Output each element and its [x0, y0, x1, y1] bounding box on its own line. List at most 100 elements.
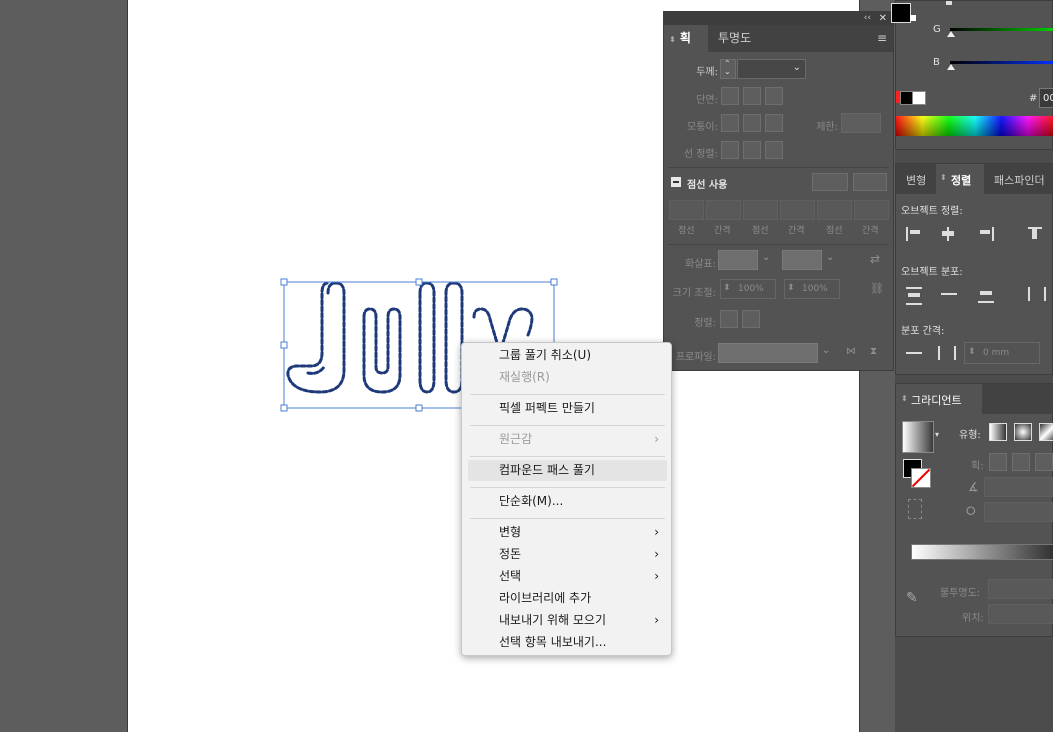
swap-arrows-icon[interactable]: ⇄	[870, 252, 880, 266]
chevron-down-icon[interactable]: ⌄	[822, 345, 830, 356]
menu-item-add-to-library[interactable]: 라이브러리에 추가	[462, 588, 671, 609]
linear-gradient-button[interactable]	[989, 423, 1007, 441]
weight-input[interactable]: ⌄	[737, 59, 806, 79]
dashed-checkbox[interactable]	[671, 177, 681, 187]
chevron-down-icon[interactable]: ▾	[935, 430, 939, 439]
chevron-down-icon[interactable]: ⌄	[826, 252, 834, 263]
panel-titlebar[interactable]: ‹‹ ✕	[664, 12, 893, 25]
menu-item-simplify[interactable]: 단순화(M)...	[462, 491, 671, 512]
align-dash-button[interactable]	[853, 173, 887, 191]
gap-input-3[interactable]	[854, 200, 889, 220]
align-top-icon[interactable]	[1028, 227, 1042, 243]
menu-item-redo[interactable]: 재실행(R)	[462, 367, 671, 388]
location-select[interactable]	[988, 604, 1053, 624]
gap-input-1[interactable]	[706, 200, 741, 220]
tab-align[interactable]: ⬍ 정렬	[936, 164, 984, 194]
color-spectrum[interactable]	[896, 116, 1053, 136]
fill-swatch[interactable]	[891, 3, 911, 23]
chevron-down-icon[interactable]: ⌄	[762, 252, 770, 263]
distribute-left-icon[interactable]	[1028, 287, 1046, 301]
gradient-slider[interactable]	[911, 544, 1053, 560]
tab-transparency[interactable]: 투명도	[718, 25, 768, 52]
align-outside-button[interactable]	[765, 141, 783, 159]
align-hcenter-icon[interactable]	[941, 227, 955, 241]
eyedropper-icon[interactable]: ✎	[906, 590, 918, 606]
chevron-down-icon[interactable]: ⌄	[793, 62, 801, 73]
panel-menu-icon[interactable]: ≡	[877, 31, 887, 45]
start-scale-input[interactable]: ⬍ 100%	[720, 279, 776, 299]
stroke-along-button[interactable]	[1012, 453, 1030, 471]
gap-input-2[interactable]	[780, 200, 815, 220]
menu-item-transform[interactable]: 변형 ›	[462, 522, 671, 543]
menu-item-select[interactable]: 선택 ›	[462, 566, 671, 587]
menu-item-export-selection[interactable]: 선택 항목 내보내기...	[462, 632, 671, 653]
edit-gradient-icon[interactable]	[908, 499, 922, 519]
align-inside-button[interactable]	[743, 141, 761, 159]
spacing-input[interactable]: ⬍ 0 mm	[964, 342, 1040, 364]
b-slider[interactable]	[950, 61, 1053, 64]
dash-input-1[interactable]	[669, 200, 704, 220]
tab-stroke[interactable]: ⬍ 획	[664, 25, 708, 52]
limit-input[interactable]	[841, 113, 881, 133]
arrow-place-button[interactable]	[742, 310, 760, 328]
stepper-down-icon[interactable]: ⌄	[724, 67, 731, 76]
align-right-icon[interactable]	[978, 227, 994, 241]
miter-join-button[interactable]	[721, 114, 739, 132]
scale-label: 크기 조절:	[672, 288, 716, 299]
menu-item-collect-for-export[interactable]: 내보내기 위해 모으기 ›	[462, 610, 671, 631]
r-slider-thumb[interactable]	[946, 1, 952, 5]
close-icon[interactable]: ✕	[879, 12, 887, 25]
aspect-ratio-select[interactable]	[984, 502, 1053, 522]
dash-input-3[interactable]	[817, 200, 852, 220]
stroke-within-button[interactable]	[989, 453, 1007, 471]
hex-input[interactable]: 00	[1039, 88, 1053, 108]
menu-item-ungroup-undo[interactable]: 그룹 풀기 취소(U)	[462, 345, 671, 366]
vertical-spacing-icon[interactable]	[906, 346, 922, 360]
stepper-icon[interactable]: ⬍	[968, 347, 976, 357]
end-scale-input[interactable]: ⬍ 100%	[784, 279, 840, 299]
stroke-across-button[interactable]	[1035, 453, 1053, 471]
align-left-icon[interactable]	[906, 227, 922, 241]
menu-item-release-compound-path[interactable]: 컴파운드 패스 풀기	[468, 460, 667, 481]
tab-transform[interactable]: 변형	[906, 172, 926, 188]
gradient-stroke-swatch[interactable]	[911, 468, 931, 488]
flip-horizontal-icon[interactable]: ⋈	[846, 346, 856, 357]
tab-pathfinder[interactable]: 패스파인더	[994, 172, 1045, 188]
aspect-ratio-icon: ⭘	[966, 504, 976, 518]
start-arrow-select[interactable]	[718, 250, 758, 270]
horizontal-spacing-icon[interactable]	[938, 346, 956, 360]
round-join-button[interactable]	[743, 114, 761, 132]
stepper-icon[interactable]: ⬍	[723, 283, 731, 293]
flip-vertical-icon[interactable]: ⧗	[870, 346, 877, 357]
profile-select[interactable]	[718, 343, 818, 363]
menu-item-pixel-perfect[interactable]: 픽셀 퍼펙트 만들기	[462, 398, 671, 419]
tab-gradient[interactable]: ⬍ 그라디언트	[896, 384, 982, 414]
menu-item-arrange[interactable]: 정돈 ›	[462, 544, 671, 565]
angle-select[interactable]	[984, 477, 1053, 497]
projecting-cap-button[interactable]	[765, 87, 783, 105]
weight-stepper[interactable]: ⌃ ⌄	[720, 59, 736, 79]
white-swatch[interactable]	[912, 91, 926, 105]
distribute-bottom-icon[interactable]	[978, 287, 994, 303]
stepper-icon[interactable]: ⬍	[787, 283, 795, 293]
distribute-top-icon[interactable]	[906, 287, 922, 305]
arrow-extend-button[interactable]	[720, 310, 738, 328]
dash-input-2[interactable]	[743, 200, 778, 220]
gradient-preview[interactable]	[902, 421, 934, 453]
collapse-icon[interactable]: ‹‹	[864, 12, 871, 25]
bevel-join-button[interactable]	[765, 114, 783, 132]
menu-item-perspective[interactable]: 원근감 ›	[462, 429, 671, 450]
butt-cap-button[interactable]	[721, 87, 739, 105]
freeform-gradient-button[interactable]	[1039, 423, 1053, 441]
align-center-button[interactable]	[721, 141, 739, 159]
preserve-dash-button[interactable]	[812, 173, 848, 191]
g-slider-thumb[interactable]	[947, 31, 955, 37]
opacity-select[interactable]	[988, 579, 1053, 599]
g-slider[interactable]	[950, 28, 1053, 31]
end-arrow-select[interactable]	[782, 250, 822, 270]
b-slider-thumb[interactable]	[947, 64, 955, 70]
distribute-vcenter-icon[interactable]	[941, 287, 957, 301]
link-scale-icon[interactable]: ⛓	[870, 282, 884, 295]
radial-gradient-button[interactable]	[1014, 423, 1032, 441]
round-cap-button[interactable]	[743, 87, 761, 105]
